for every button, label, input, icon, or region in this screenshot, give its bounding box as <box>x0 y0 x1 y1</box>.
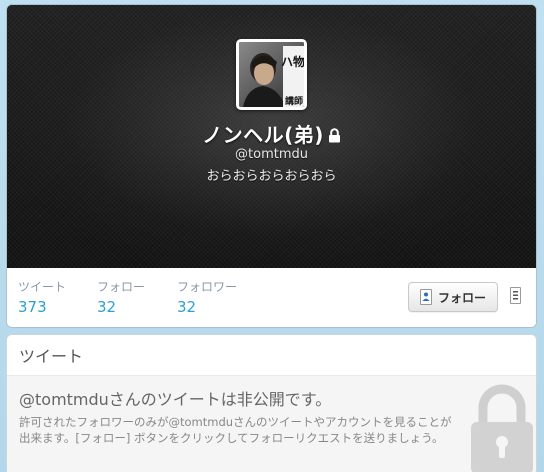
avatar[interactable]: ハ物 講師： <box>236 39 307 110</box>
page: ハ物 講師： ノンヘル(弟) @tomtmdu おらおらおらおらおら ツイート … <box>0 0 544 472</box>
lock-icon <box>328 124 341 148</box>
protected-desc-line1: 許可されたフォロワーのみが@tomtmduさんのツイートやアカウントを見ることが <box>19 415 452 429</box>
profile-bio: おらおらおらおらおら <box>206 169 337 184</box>
stat-tweets[interactable]: ツイート 373 <box>18 280 66 316</box>
protected-description: 許可されたフォロワーのみが@tomtmduさんのツイートやアカウントを見ることが… <box>19 414 459 446</box>
stat-tweets-label: ツイート <box>18 280 67 294</box>
protected-title: @tomtmduさんのツイートは非公開です。 <box>19 390 332 409</box>
tweets-header: ツイート <box>7 335 536 376</box>
stat-followers-value: 32 <box>177 298 197 316</box>
protected-desc-line2: 出来ます。[フォロー] ボタンをクリックしてフォローリクエストを送りましょう。 <box>19 431 444 445</box>
more-actions-icon[interactable] <box>510 287 521 304</box>
stat-tweets-value: 373 <box>18 298 47 316</box>
stat-following-label: フォロー <box>97 280 146 294</box>
profile-name-row: ノンヘル(弟) <box>7 119 536 148</box>
avatar-sign-text-top: ハ物 <box>281 54 304 69</box>
protected-notice: @tomtmduさんのツイートは非公開です。 許可されたフォロワーのみが@tom… <box>7 376 536 472</box>
stat-followers[interactable]: フォロワー 32 <box>177 280 237 316</box>
profile-stats: ツイート 373 フォロー 32 フォロワー 32 フォロー <box>7 268 536 327</box>
screen-name[interactable]: @tomtmdu <box>7 147 536 162</box>
stat-followers-label: フォロワー <box>177 280 238 294</box>
padlock-icon <box>467 380 536 472</box>
profile-name: ノンヘル(弟) <box>202 123 324 147</box>
follow-user-icon <box>419 289 432 305</box>
stat-following-value: 32 <box>97 298 117 316</box>
stat-following[interactable]: フォロー 32 <box>97 280 145 316</box>
tweets-header-title: ツイート <box>19 347 84 366</box>
follow-button[interactable]: フォロー <box>408 282 498 312</box>
profile-header: ハ物 講師： ノンヘル(弟) @tomtmdu おらおらおらおらおら <box>7 5 536 268</box>
tweets-card: ツイート @tomtmduさんのツイートは非公開です。 許可されたフォロワーのみ… <box>6 334 537 472</box>
avatar-sign-text-bottom: 講師： <box>285 95 304 107</box>
follow-button-label: フォロー <box>437 290 486 305</box>
profile-card: ハ物 講師： ノンヘル(弟) @tomtmdu おらおらおらおらおら ツイート … <box>6 4 537 328</box>
